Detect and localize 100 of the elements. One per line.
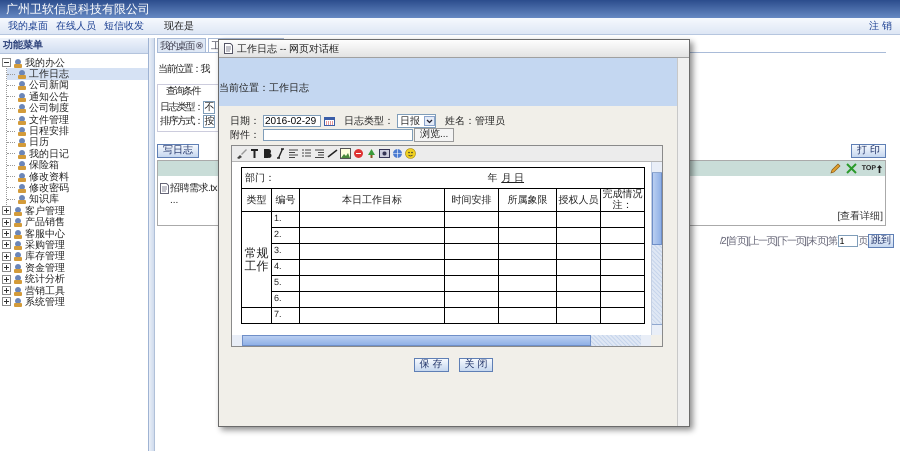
- expand-icon[interactable]: [2, 240, 11, 250]
- node-icon: [13, 217, 23, 228]
- field-label: 附件：: [230, 129, 260, 142]
- menu-item[interactable]: 产品销售: [0, 216, 148, 228]
- menu-item[interactable]: 公司新闻: [7, 80, 148, 92]
- scrollbar[interactable]: [651, 162, 662, 335]
- menu-item[interactable]: 公司制度: [7, 102, 148, 114]
- italic-icon[interactable]: [275, 148, 286, 159]
- scrollbar[interactable]: [677, 58, 689, 426]
- node-icon: [13, 228, 23, 239]
- arrow-up-icon: [877, 164, 882, 172]
- close-button[interactable]: 关 闭: [458, 358, 494, 372]
- globe-icon[interactable]: [392, 148, 403, 159]
- bold-icon[interactable]: [262, 148, 273, 159]
- column-header: 完成情况注：: [602, 189, 643, 211]
- nav-link[interactable]: 在线人员: [56, 19, 96, 33]
- go-button[interactable]: 跳到: [868, 234, 894, 248]
- name-text: 姓名：管理员: [445, 115, 505, 128]
- node-icon: [17, 69, 27, 80]
- node-icon: [17, 194, 27, 204]
- list-icon[interactable]: [301, 148, 312, 159]
- field-label: 日志类型：: [160, 100, 202, 114]
- column-header: 编号: [276, 194, 296, 206]
- calendar-icon[interactable]: [324, 116, 335, 126]
- pager-link[interactable]: [末 页]: [806, 234, 827, 248]
- tab[interactable]: 我的桌面: [157, 38, 206, 52]
- type-select[interactable]: 日报: [397, 114, 436, 128]
- node-icon: [13, 251, 23, 262]
- tree-icon[interactable]: [366, 148, 377, 159]
- close-icon[interactable]: [196, 42, 203, 49]
- pager-link[interactable]: [首 页]: [726, 234, 748, 248]
- menu-item[interactable]: 系统管理: [0, 296, 148, 308]
- page-field[interactable]: 1: [838, 235, 858, 247]
- menu-item[interactable]: 修改资料: [7, 170, 148, 182]
- cross-icon[interactable]: [846, 163, 857, 174]
- scrollbar[interactable]: [232, 335, 651, 346]
- expand-icon[interactable]: [2, 218, 11, 227]
- page-icon: [224, 43, 233, 54]
- field-label: 排序方式：: [160, 114, 202, 128]
- file-link[interactable]: 招聘需求.tx: [170, 181, 218, 195]
- menu-item[interactable]: 工作日志: [7, 68, 148, 80]
- node-icon: [17, 172, 27, 182]
- expand-icon[interactable]: [2, 286, 11, 295]
- menu-item[interactable]: 客户管理: [0, 205, 148, 216]
- line-icon[interactable]: [327, 148, 338, 159]
- collapse-icon[interactable]: [2, 58, 11, 68]
- indent-icon[interactable]: [314, 148, 325, 159]
- align-icon[interactable]: [288, 148, 299, 159]
- media-icon[interactable]: [379, 148, 390, 159]
- write-log-button[interactable]: 写日志: [157, 144, 199, 158]
- expand-icon[interactable]: [2, 206, 11, 216]
- font-size-icon[interactable]: [249, 148, 260, 159]
- nav-link[interactable]: 我的桌面: [8, 19, 48, 33]
- browse-button[interactable]: 浏览...: [414, 128, 454, 142]
- nav-link[interactable]: 短信收发: [104, 19, 144, 33]
- menu-item[interactable]: 我的日记: [7, 148, 148, 160]
- details-link[interactable]: [查看详细]: [837, 209, 883, 223]
- menu-item[interactable]: 知识库: [7, 194, 148, 206]
- menu-item[interactable]: 保险箱: [7, 160, 148, 171]
- menu-item[interactable]: 统计分析: [0, 273, 148, 285]
- ellipsis-text: ...: [170, 195, 178, 206]
- category-label: 常规工作: [244, 246, 268, 272]
- menu-item[interactable]: 资金管理: [0, 262, 148, 274]
- pencil-icon[interactable]: [828, 162, 841, 174]
- menu-item[interactable]: 我的办公: [0, 57, 148, 68]
- expand-icon[interactable]: [2, 229, 11, 238]
- pager-link[interactable]: [上一页]: [748, 234, 776, 248]
- filter-select[interactable]: 按: [202, 114, 215, 128]
- menu-item[interactable]: 通知公告: [7, 91, 148, 103]
- image-icon[interactable]: [340, 148, 351, 159]
- column-header: 所属象限: [508, 194, 548, 206]
- menu-item[interactable]: 文件管理: [7, 114, 148, 126]
- filter-select[interactable]: 不: [202, 100, 215, 114]
- menu-item[interactable]: 修改密码: [7, 182, 148, 194]
- expand-icon[interactable]: [2, 297, 11, 306]
- smiley-icon[interactable]: [405, 148, 416, 159]
- pager-link[interactable]: [下一页]: [777, 234, 806, 248]
- node-icon: [13, 296, 23, 307]
- print-button[interactable]: 打 印: [851, 144, 886, 158]
- logout-link[interactable]: 注 销: [869, 19, 892, 33]
- expand-icon[interactable]: [2, 252, 11, 261]
- expand-icon[interactable]: [2, 263, 11, 272]
- date-field[interactable]: 2016-02-29: [263, 115, 321, 127]
- menu-item[interactable]: 采购管理: [0, 239, 148, 251]
- row-number: 4.: [274, 261, 282, 271]
- menu-item[interactable]: 日程安排: [7, 125, 148, 137]
- menu-item[interactable]: 营销工具: [0, 284, 148, 296]
- menu-item[interactable]: 库存管理: [0, 250, 148, 262]
- node-icon: [13, 286, 23, 296]
- save-button[interactable]: 保 存: [414, 358, 448, 372]
- expand-icon[interactable]: [2, 274, 11, 284]
- menu-item[interactable]: 客服中心: [0, 228, 148, 240]
- node-icon: [13, 262, 23, 273]
- menu-item[interactable]: 日历: [7, 136, 148, 148]
- year-label: 年: [487, 172, 498, 184]
- attachment-field[interactable]: [263, 129, 413, 141]
- node-icon: [17, 114, 27, 125]
- node-icon: [13, 206, 23, 216]
- brush-icon[interactable]: [236, 148, 247, 159]
- node-icon: [13, 240, 23, 250]
